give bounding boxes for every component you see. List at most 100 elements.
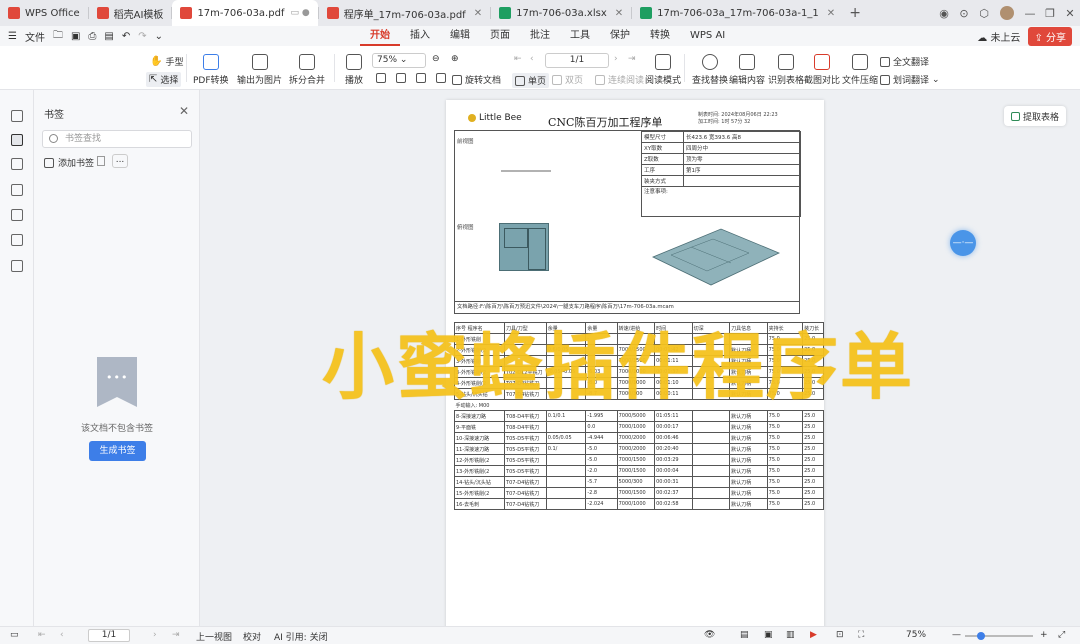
save-icon[interactable]: ▣ xyxy=(71,31,80,42)
page-input[interactable]: 1/1 xyxy=(545,53,609,68)
generate-bookmark-button[interactable]: 生成书签 xyxy=(89,441,146,461)
cube-icon[interactable]: ⬡ xyxy=(974,7,994,20)
prev-view-button[interactable]: 上一视图 xyxy=(196,630,232,643)
extract-table-button[interactable]: 提取表格 xyxy=(1004,106,1066,126)
outline-icon[interactable] xyxy=(11,110,23,122)
share-button[interactable]: ⇪ 分享 xyxy=(1028,26,1072,46)
next-page-icon[interactable]: › xyxy=(614,54,618,64)
tab-1[interactable]: 稻壳AI模板 xyxy=(89,0,172,26)
zoom-in-icon[interactable]: ⊕ xyxy=(451,54,459,64)
play-icon[interactable]: ▶ xyxy=(810,630,817,640)
avatar[interactable] xyxy=(1000,6,1014,20)
fit-page-icon[interactable] xyxy=(376,73,386,83)
tab-2[interactable]: 17m-706-03a.pdf ▭ ● xyxy=(172,0,318,26)
close-tab-icon[interactable]: ▭ ● xyxy=(290,8,309,18)
minimize-icon[interactable]: — xyxy=(1020,7,1040,20)
first-page-icon[interactable]: ⇤ xyxy=(514,54,522,64)
floating-assistant-button[interactable]: —·— xyxy=(950,230,976,256)
double-page-button[interactable]: 双页 xyxy=(552,73,583,86)
menu-tab-1[interactable]: 插入 xyxy=(400,26,440,46)
last-page-icon[interactable]: ⇥ xyxy=(628,54,636,64)
zoom-out-icon[interactable]: — xyxy=(952,630,961,640)
last-page-icon[interactable]: ⇥ xyxy=(172,630,180,640)
file-menu[interactable]: 文件 xyxy=(25,29,45,44)
new-tab-button[interactable]: + xyxy=(843,5,867,21)
continuous-button[interactable]: 连续阅读 xyxy=(595,73,644,86)
screenshot-compare-button[interactable]: 截图对比 xyxy=(804,54,840,86)
menu-tab-2[interactable]: 编辑 xyxy=(440,26,480,46)
attachment-icon[interactable] xyxy=(11,209,23,221)
next-page-icon[interactable]: › xyxy=(153,630,157,640)
find-replace-button[interactable]: 查找替换 xyxy=(692,54,728,86)
zoom-select[interactable]: 75% ⌄ xyxy=(372,53,426,68)
ai-quote-button[interactable]: AI 引用: 关闭 xyxy=(274,630,328,643)
first-page-icon[interactable]: ⇤ xyxy=(38,630,46,640)
tab-4[interactable]: 17m-706-03a.xlsx ✕ xyxy=(491,0,631,26)
export-image-button[interactable]: 输出为图片 xyxy=(237,54,282,86)
cloud-status[interactable]: ☁ 未上云 xyxy=(977,29,1020,44)
more-button[interactable]: ... xyxy=(112,154,128,168)
status-zoom[interactable]: 75% xyxy=(906,630,926,640)
status-icon[interactable]: ◉ xyxy=(934,7,954,20)
bookmark-icon[interactable] xyxy=(11,134,23,146)
menu-tab-7[interactable]: 转换 xyxy=(640,26,680,46)
rotate-right-icon[interactable] xyxy=(436,73,446,83)
hamburger-icon[interactable]: ☰ xyxy=(8,31,17,42)
close-tab-icon[interactable]: ✕ xyxy=(615,8,623,19)
single-page-button[interactable]: 单页 xyxy=(512,73,550,88)
read-mode-button[interactable]: 阅读模式 xyxy=(645,54,681,86)
fit-icon[interactable]: ⊡ xyxy=(836,630,844,640)
signature-icon[interactable] xyxy=(11,234,23,246)
skin-icon[interactable]: ⊙ xyxy=(954,7,974,20)
bookmark-flag-icon[interactable] xyxy=(97,156,105,166)
layers-icon[interactable] xyxy=(11,260,23,272)
word-translate-button[interactable]: 划词翻译 ⌄ xyxy=(880,73,940,86)
pdf-convert-button[interactable]: PDF转换 xyxy=(193,54,229,86)
menu-tab-0[interactable]: 开始 xyxy=(360,26,400,46)
menu-tab-8[interactable]: WPS AI xyxy=(680,26,735,46)
double-view-icon[interactable]: ▥ xyxy=(786,630,795,640)
menu-tab-3[interactable]: 页面 xyxy=(480,26,520,46)
zoom-out-icon[interactable]: ⊖ xyxy=(432,54,440,64)
redo-icon[interactable]: ↷ xyxy=(138,31,146,42)
rotate-left-icon[interactable] xyxy=(416,73,426,83)
proofread-button[interactable]: 校对 xyxy=(243,630,261,643)
dropdown-icon[interactable]: ⌄ xyxy=(155,31,163,42)
outline-toggle-icon[interactable]: ▭ xyxy=(10,630,19,640)
prev-page-icon[interactable]: ‹ xyxy=(60,630,64,640)
comment-icon[interactable] xyxy=(11,184,23,196)
add-bookmark-button[interactable]: 添加书签 xyxy=(44,156,94,169)
preview-icon[interactable]: ▤ xyxy=(104,31,113,42)
edit-content-button[interactable]: 编辑内容 xyxy=(729,54,765,86)
menu-tab-6[interactable]: 保护 xyxy=(600,26,640,46)
fit-width-icon[interactable] xyxy=(396,73,406,83)
tab-0[interactable]: WPS Office xyxy=(0,0,88,26)
print-icon[interactable]: ⎙ xyxy=(88,31,96,42)
status-page-input[interactable]: 1/1 xyxy=(88,629,130,642)
close-tab-icon[interactable]: ✕ xyxy=(474,8,482,19)
zoom-in-icon[interactable]: + xyxy=(1040,630,1048,640)
expand-icon[interactable]: ⤢ xyxy=(1058,630,1065,640)
zoom-slider-knob[interactable] xyxy=(977,632,985,640)
menu-tab-5[interactable]: 工具 xyxy=(560,26,600,46)
split-merge-button[interactable]: 拆分合并 xyxy=(289,54,325,86)
thumbnail-icon[interactable] xyxy=(11,158,23,170)
hand-tool[interactable]: ✋ 手型 xyxy=(150,55,183,68)
tab-3[interactable]: 程序单_17m-706-03a.pdf ✕ xyxy=(319,0,490,26)
close-icon[interactable]: ✕ xyxy=(1060,7,1080,20)
play-button[interactable]: 播放 xyxy=(345,54,363,86)
fullscreen-icon[interactable]: ⛶ xyxy=(858,630,864,640)
rotate-doc-button[interactable]: 旋转文档 xyxy=(452,73,501,86)
bookmark-search-input[interactable]: 书签查找 xyxy=(42,130,192,148)
folder-icon[interactable]: 🗀 xyxy=(53,28,63,45)
recognize-table-button[interactable]: 识别表格 xyxy=(768,54,804,86)
close-icon[interactable]: ✕ xyxy=(179,104,189,118)
full-translate-button[interactable]: 全文翻译 xyxy=(880,55,929,68)
maximize-icon[interactable]: ❐ xyxy=(1040,7,1060,20)
select-tool[interactable]: ⇱ 选择 xyxy=(146,72,182,87)
read-view-icon[interactable]: ▤ xyxy=(740,630,749,640)
eye-icon[interactable]: 👁 xyxy=(704,630,715,640)
zoom-slider[interactable] xyxy=(965,632,1033,640)
compress-button[interactable]: 文件压缩 xyxy=(842,54,878,86)
prev-page-icon[interactable]: ‹ xyxy=(530,54,534,64)
